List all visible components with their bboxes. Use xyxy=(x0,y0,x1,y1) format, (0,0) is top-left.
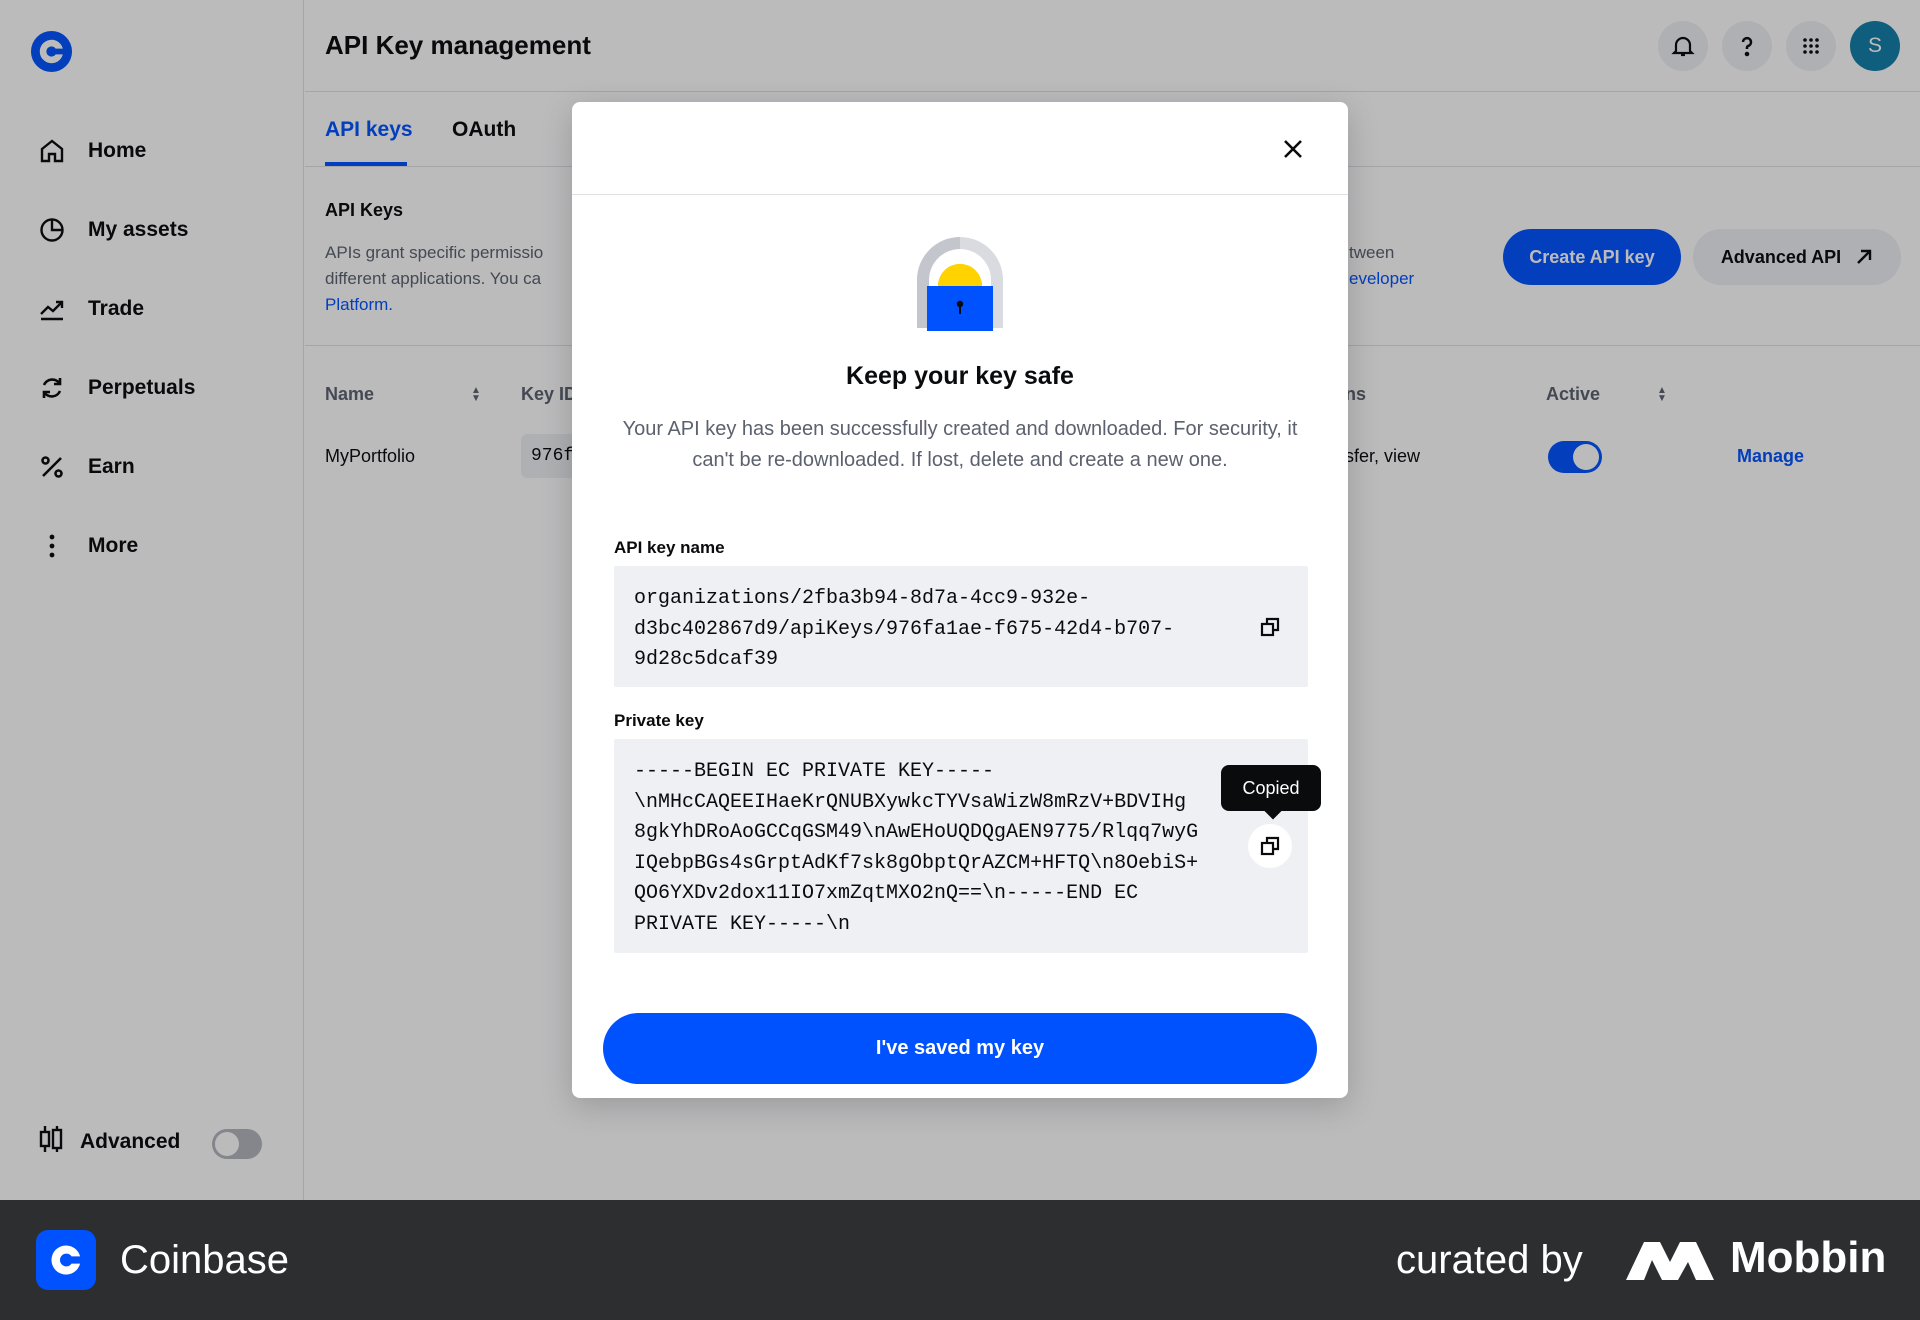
padlock-illustration xyxy=(917,237,1003,331)
keep-key-safe-modal: Keep your key safe Your API key has been… xyxy=(572,102,1348,1098)
copy-private-key-button[interactable] xyxy=(1248,824,1292,868)
modal-header xyxy=(572,102,1348,195)
api-key-name-label: API key name xyxy=(614,538,725,557)
saved-key-button[interactable]: I've saved my key xyxy=(603,1013,1317,1084)
close-icon xyxy=(1284,140,1302,158)
copy-icon xyxy=(1260,617,1280,637)
mobbin-logo-icon xyxy=(1626,1242,1714,1280)
copy-icon xyxy=(1260,836,1280,856)
close-button[interactable] xyxy=(1276,132,1310,166)
private-key-label: Private key xyxy=(614,711,704,730)
private-key-field[interactable]: -----BEGIN EC PRIVATE KEY----- \nMHcCAQE… xyxy=(614,739,1308,953)
api-key-name-field[interactable]: organizations/2fba3b94-8d7a-4cc9-932e- d… xyxy=(614,566,1308,687)
coinbase-logo-icon xyxy=(51,1245,81,1275)
footer-bar: Coinbase curated by Mobbin xyxy=(0,1200,1920,1320)
modal-title: Keep your key safe xyxy=(846,362,1074,390)
modal-description: Your API key has been successfully creat… xyxy=(622,418,1298,471)
app-window: Home My assets Trade Perpetuals Earn Mor… xyxy=(0,0,1920,1200)
coinbase-app-icon xyxy=(36,1230,96,1290)
footer-brand: Coinbase xyxy=(120,1238,290,1282)
footer-mobbin: Mobbin xyxy=(1730,1233,1887,1282)
copy-api-key-name-button[interactable] xyxy=(1248,605,1292,649)
footer-curated-by: curated by xyxy=(1396,1238,1583,1282)
copied-tooltip: Copied xyxy=(1221,765,1321,811)
